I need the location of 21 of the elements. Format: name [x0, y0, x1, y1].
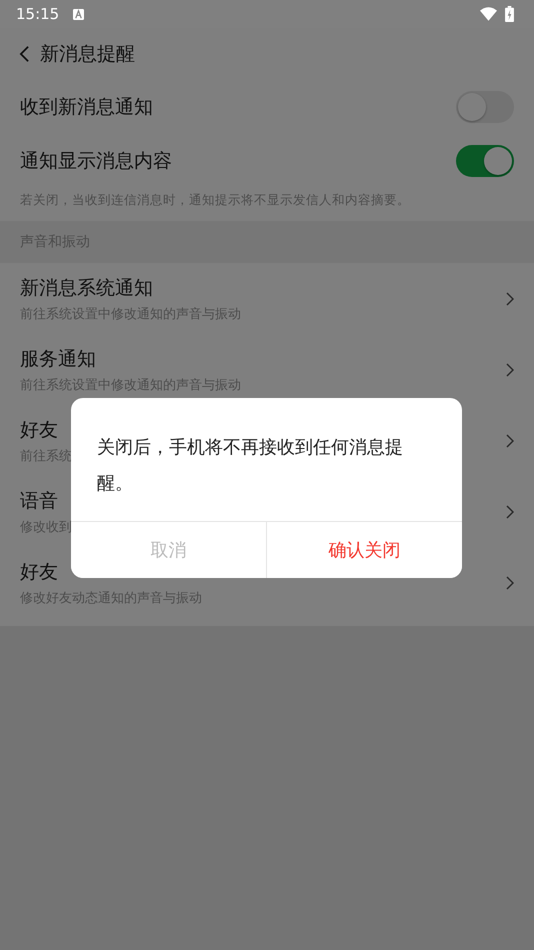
- chevron-icon[interactable]: [506, 362, 514, 376]
- setting-label: 收到新消息通知: [20, 95, 153, 120]
- status-time: 15:15: [16, 5, 60, 23]
- item-title: 新消息系统通知: [20, 276, 153, 300]
- item-title: 好友: [20, 418, 58, 442]
- wifi-icon: [480, 7, 497, 21]
- dialog-message: 关闭后，手机将不再接收到任何消息提醒。: [96, 436, 404, 496]
- toggle-switch[interactable]: [456, 145, 514, 177]
- back-icon[interactable]: [19, 45, 30, 63]
- chevron-icon[interactable]: [506, 504, 514, 518]
- chevron-icon[interactable]: [506, 292, 514, 306]
- chevron-icon[interactable]: [506, 576, 514, 590]
- toggle-switch[interactable]: [456, 91, 514, 123]
- item-title: 语音: [20, 488, 58, 514]
- setting-label: 通知显示消息内容: [20, 149, 172, 174]
- notification-icon: [73, 8, 84, 20]
- item-title: 服务通知: [20, 346, 96, 372]
- item-title: 好友: [20, 560, 58, 584]
- battery-icon: [505, 6, 514, 22]
- page-title: 新消息提醒: [40, 42, 135, 67]
- chevron-icon[interactable]: [506, 434, 514, 448]
